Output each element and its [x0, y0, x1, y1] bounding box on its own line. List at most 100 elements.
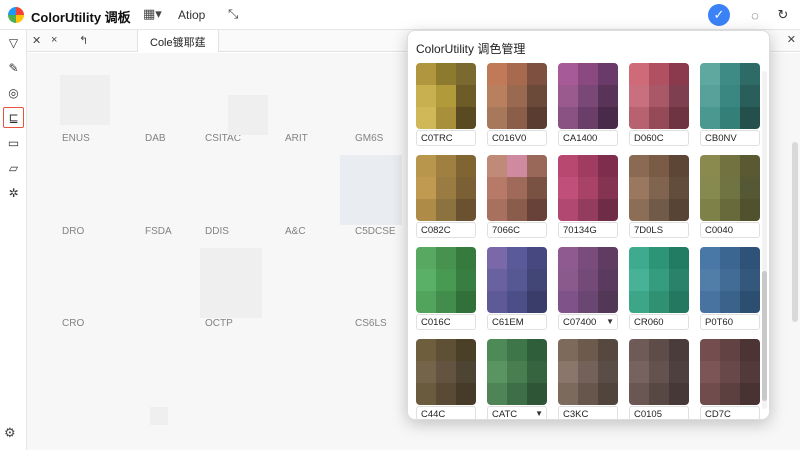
page-scroll-thumb[interactable] — [792, 142, 798, 322]
swatch-color-cell — [507, 339, 527, 361]
swatch-label: 7066C — [487, 222, 547, 238]
swatch-color-cell — [436, 383, 456, 405]
close-icon[interactable]: ✕ — [32, 34, 41, 47]
pin-icon[interactable]: ↰ — [79, 34, 88, 47]
swatch-color-cell — [558, 155, 578, 177]
swatch-color-cell — [629, 107, 649, 129]
swatch-color-cell — [416, 85, 436, 107]
color-swatch[interactable]: C07400 ▼ — [558, 247, 618, 330]
swatch-color-cell — [578, 107, 598, 129]
color-swatch[interactable]: D060C — [629, 63, 689, 146]
swatch-color-cell — [558, 383, 578, 405]
color-swatch[interactable]: 70134G — [558, 155, 618, 238]
lasso-icon[interactable]: ◌ — [744, 4, 766, 26]
swatch-color-cell — [487, 383, 507, 405]
tabrow-close-icon[interactable]: ✕ — [787, 33, 796, 46]
swatch-label: C07400 ▼ — [558, 314, 618, 330]
swatch-color-cell — [598, 269, 618, 291]
swatch-color-cell — [578, 269, 598, 291]
swatch-color-cell — [740, 199, 760, 221]
swatch-color-cell — [527, 63, 547, 85]
dropdown-caret-icon[interactable]: ▼ — [606, 317, 614, 326]
check-icon[interactable]: ✓ — [708, 4, 730, 26]
settings-icon[interactable]: ✲ — [3, 182, 24, 203]
swatch-color-cell — [669, 85, 689, 107]
toolbar-menu-text[interactable]: Atiop — [178, 8, 205, 22]
swatch-color-cell — [487, 269, 507, 291]
swatch-color-cell — [456, 247, 476, 269]
swatch-color-cell — [416, 63, 436, 85]
swatch-color-grid — [487, 247, 547, 313]
folder-icon[interactable]: ▱ — [3, 157, 24, 178]
color-swatch[interactable]: C0105 — [629, 339, 689, 419]
color-swatch[interactable]: 7D0LS — [629, 155, 689, 238]
swatch-color-cell — [527, 155, 547, 177]
close-small-icon[interactable]: × — [51, 34, 57, 46]
background-tile — [150, 407, 168, 425]
swatch-color-cell — [669, 383, 689, 405]
swatch-color-cell — [649, 247, 669, 269]
color-swatch[interactable]: CD7C — [700, 339, 760, 419]
color-swatch[interactable]: C0TRC — [416, 63, 476, 146]
color-swatch[interactable]: 7066C — [487, 155, 547, 238]
swatch-color-cell — [416, 339, 436, 361]
swatch-color-cell — [578, 361, 598, 383]
swatch-color-cell — [558, 361, 578, 383]
color-swatch[interactable]: C3KC — [558, 339, 618, 419]
color-swatch[interactable]: C44C — [416, 339, 476, 419]
background-cell-label: OCTP — [205, 318, 233, 329]
color-swatch[interactable]: CR060 — [629, 247, 689, 330]
refresh-icon[interactable]: ↻ — [772, 4, 794, 26]
swatch-color-grid — [700, 63, 760, 129]
swatch-color-cell — [740, 339, 760, 361]
swatch-color-cell — [487, 199, 507, 221]
eyedropper-icon[interactable]: ✎ — [3, 57, 24, 78]
expand-icon[interactable]: ⤡ — [228, 6, 238, 22]
color-swatch[interactable]: C082C — [416, 155, 476, 238]
swatch-label: CB0NV — [700, 130, 760, 146]
image-icon[interactable]: ▭ — [3, 132, 24, 153]
color-swatch[interactable]: C0040 — [700, 155, 760, 238]
dropdown-caret-icon[interactable]: ▼ — [535, 409, 543, 418]
swatch-color-cell — [507, 269, 527, 291]
swatch-color-cell — [558, 339, 578, 361]
swatch-color-cell — [669, 339, 689, 361]
color-swatch[interactable]: C61EM — [487, 247, 547, 330]
layout-icon[interactable]: ▦▾ — [143, 6, 162, 22]
swatch-color-cell — [578, 155, 598, 177]
swatch-color-cell — [578, 63, 598, 85]
color-swatch[interactable]: P0T60 — [700, 247, 760, 330]
globe-icon[interactable]: ◎ — [3, 82, 24, 103]
popup-scroll-thumb[interactable] — [762, 271, 767, 401]
swatch-label: C61EM — [487, 314, 547, 330]
filter-icon[interactable]: ▽ — [3, 32, 24, 53]
layers-icon[interactable]: ⊑ — [3, 107, 24, 128]
swatch-color-cell — [436, 199, 456, 221]
swatch-color-cell — [578, 199, 598, 221]
color-swatch[interactable]: C016C — [416, 247, 476, 330]
tab-active[interactable]: Cole镀耶莛 — [137, 30, 219, 52]
swatch-color-cell — [436, 63, 456, 85]
swatch-color-cell — [487, 63, 507, 85]
color-swatch[interactable]: CA1400 — [558, 63, 618, 146]
swatch-color-cell — [456, 63, 476, 85]
color-swatch[interactable]: CB0NV — [700, 63, 760, 146]
swatch-color-cell — [578, 85, 598, 107]
swatch-color-cell — [558, 199, 578, 221]
swatch-color-grid — [700, 247, 760, 313]
gear-icon[interactable]: ⚙ — [4, 425, 16, 441]
swatch-color-cell — [669, 291, 689, 313]
color-swatch[interactable]: CATC ▼ — [487, 339, 547, 419]
color-swatch[interactable]: C016V0 — [487, 63, 547, 146]
swatch-color-grid — [629, 339, 689, 405]
swatch-color-cell — [669, 177, 689, 199]
swatch-color-cell — [558, 269, 578, 291]
swatch-color-cell — [629, 383, 649, 405]
swatch-label: C3KC — [558, 406, 618, 419]
swatch-color-cell — [700, 383, 720, 405]
page-scrollbar[interactable] — [792, 52, 798, 442]
swatch-color-cell — [629, 291, 649, 313]
swatch-color-cell — [598, 199, 618, 221]
popup-scrollbar[interactable] — [762, 71, 767, 409]
swatch-label: C016C — [416, 314, 476, 330]
